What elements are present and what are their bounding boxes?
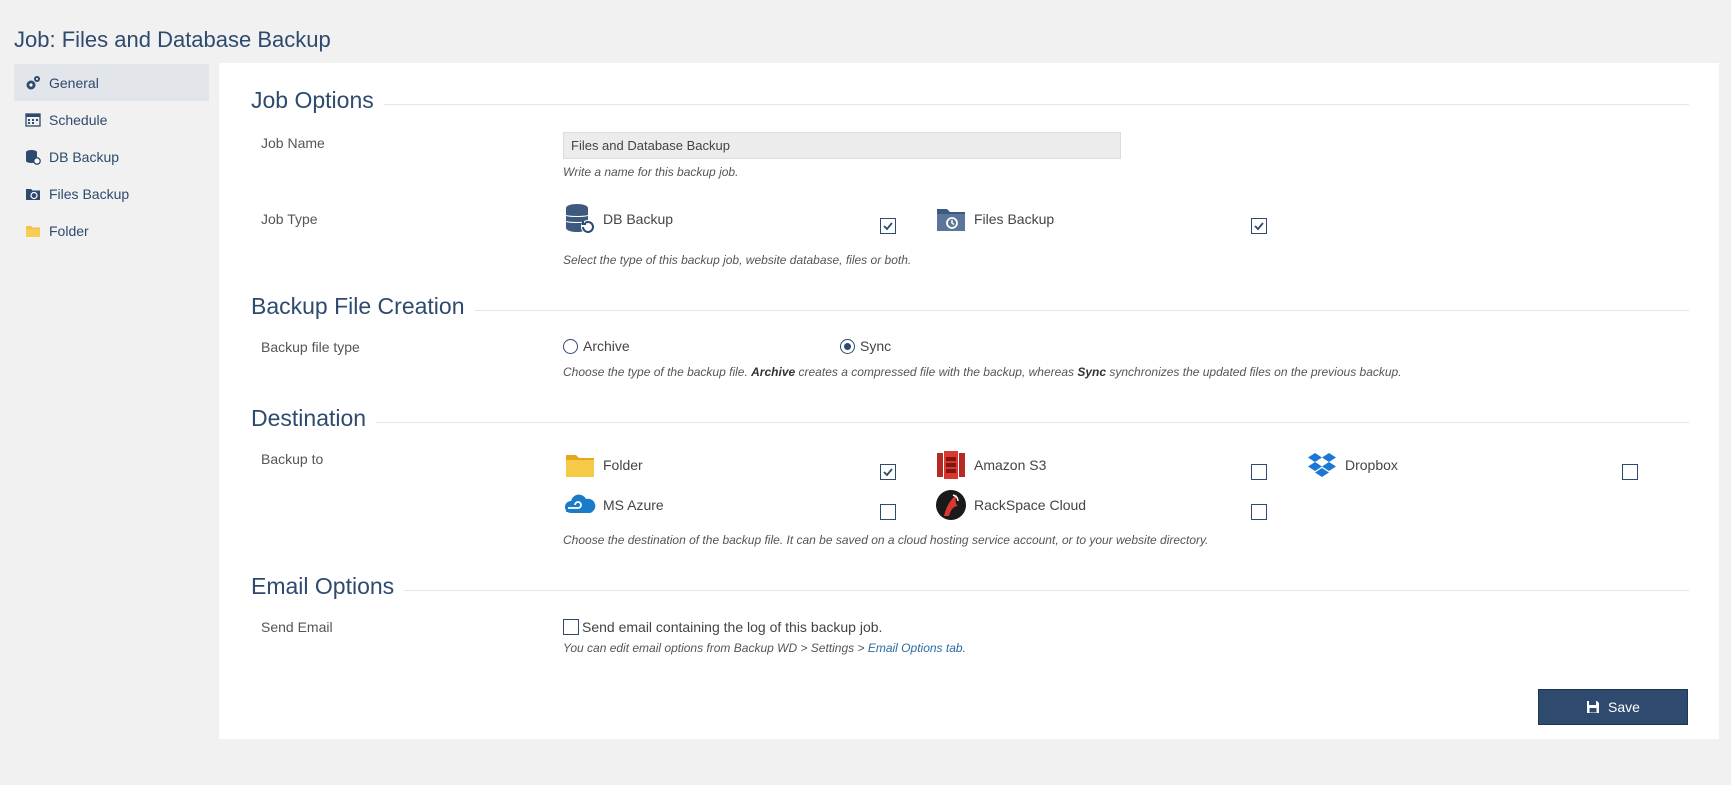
- database-icon: [25, 149, 41, 165]
- folder-icon: [25, 223, 41, 239]
- job-type-files-backup: Files Backup: [934, 202, 1054, 236]
- send-email-help: You can edit email options from Backup W…: [563, 641, 966, 655]
- destination-dropbox: Dropbox: [1305, 448, 1398, 482]
- help-text: synchronizes the updated files on the pr…: [1109, 365, 1402, 379]
- help-archive-bold: Archive: [751, 365, 796, 379]
- floppy-disk-icon: [1587, 701, 1600, 713]
- destination-ms-azure-label: MS Azure: [603, 497, 664, 513]
- sidebar-item-db-backup[interactable]: DB Backup: [14, 138, 209, 175]
- sync-radio-label: Sync: [860, 338, 892, 354]
- sidebar-item-label: DB Backup: [49, 148, 120, 165]
- job-name-label: Job Name: [261, 135, 325, 151]
- files-backup-checkbox[interactable]: [1251, 218, 1267, 234]
- sidebar-item-general[interactable]: General: [14, 64, 209, 101]
- email-options-tab-link[interactable]: Email Options tab: [868, 641, 963, 655]
- job-settings-panel: Job Options Job Name Write a name for th…: [219, 63, 1719, 739]
- radio-button[interactable]: [840, 338, 855, 354]
- section-backup-file-creation: Backup File Creation: [251, 293, 1689, 320]
- section-heading: Job Options: [251, 87, 374, 113]
- section-heading: Email Options: [251, 573, 395, 599]
- sidebar-item-label: Files Backup: [49, 185, 130, 202]
- save-button[interactable]: Save: [1538, 689, 1688, 725]
- send-email-label: Send Email: [261, 619, 333, 635]
- destination-help: Choose the destination of the backup fil…: [563, 533, 1209, 547]
- destination-rackspace-label: RackSpace Cloud: [974, 497, 1087, 513]
- sidebar-item-schedule[interactable]: Schedule: [14, 101, 209, 138]
- amazon-s3-icon: [934, 448, 968, 482]
- section-job-options: Job Options: [251, 87, 1689, 114]
- sidebar-item-label: Folder: [49, 222, 89, 239]
- calendar-icon: [25, 112, 41, 128]
- destination-rackspace: RackSpace Cloud: [934, 488, 1086, 522]
- sidebar-item-label: General: [49, 74, 99, 91]
- database-restore-icon: [563, 202, 597, 236]
- send-email-checkbox[interactable]: [563, 619, 579, 635]
- sidebar-item-files-backup[interactable]: Files Backup: [14, 175, 209, 212]
- section-email-options: Email Options: [251, 573, 1689, 600]
- rackspace-checkbox[interactable]: [1251, 504, 1267, 520]
- db-backup-checkbox[interactable]: [880, 218, 896, 234]
- amazon-s3-checkbox[interactable]: [1251, 464, 1267, 480]
- radio-button[interactable]: [563, 338, 578, 354]
- ms-azure-checkbox[interactable]: [880, 504, 896, 520]
- archive-radio-label: Archive: [583, 338, 630, 354]
- dropbox-checkbox[interactable]: [1622, 464, 1638, 480]
- destination-amazon-s3-label: Amazon S3: [974, 457, 1047, 473]
- job-type-label: Job Type: [261, 211, 318, 227]
- section-heading: Destination: [251, 405, 367, 431]
- help-text: creates a compressed file with the backu…: [798, 365, 1074, 379]
- help-sync-bold: Sync: [1077, 365, 1107, 379]
- save-button-label: Save: [1608, 699, 1640, 715]
- help-text: Choose the type of the backup file.: [563, 365, 748, 379]
- page-title: Job: Files and Database Backup: [14, 27, 331, 52]
- backup-to-label: Backup to: [261, 451, 324, 467]
- backup-file-type-label: Backup file type: [261, 339, 360, 355]
- sidebar-item-label: Schedule: [49, 111, 108, 128]
- help-text: .: [962, 641, 966, 655]
- gear-icon: [25, 75, 41, 91]
- destination-dropbox-label: Dropbox: [1345, 457, 1398, 473]
- sync-radio[interactable]: Sync: [840, 338, 891, 354]
- section-heading: Backup File Creation: [251, 293, 465, 319]
- archive-radio[interactable]: Archive: [563, 338, 630, 354]
- job-type-files-label: Files Backup: [974, 211, 1055, 227]
- backup-file-type-help: Choose the type of the backup file. Arch…: [563, 365, 1402, 379]
- send-email-checkbox-label[interactable]: Send email containing the log of this ba…: [582, 619, 882, 635]
- sidebar: General Schedule DB Backup Files Backup …: [14, 64, 209, 249]
- destination-amazon-s3: Amazon S3: [934, 448, 1046, 482]
- job-type-help: Select the type of this backup job, webs…: [563, 253, 912, 267]
- job-name-help: Write a name for this backup job.: [563, 165, 739, 179]
- job-type-db-backup: DB Backup: [563, 202, 673, 236]
- section-destination: Destination: [251, 405, 1689, 432]
- destination-folder: Folder: [563, 448, 643, 482]
- sidebar-item-folder[interactable]: Folder: [14, 212, 209, 249]
- help-text: You can edit email options from Backup W…: [563, 641, 865, 655]
- folder-history-icon: [934, 202, 968, 236]
- job-type-db-label: DB Backup: [603, 211, 674, 227]
- folder-icon: [563, 448, 597, 482]
- dropbox-icon: [1305, 448, 1339, 482]
- folder-checkbox[interactable]: [880, 464, 896, 480]
- rackspace-icon: [934, 488, 968, 522]
- destination-folder-label: Folder: [603, 457, 643, 473]
- files-backup-icon: [25, 186, 41, 202]
- destination-ms-azure: MS Azure: [563, 488, 664, 522]
- job-name-input[interactable]: [563, 132, 1121, 159]
- azure-cloud-icon: [563, 488, 597, 522]
